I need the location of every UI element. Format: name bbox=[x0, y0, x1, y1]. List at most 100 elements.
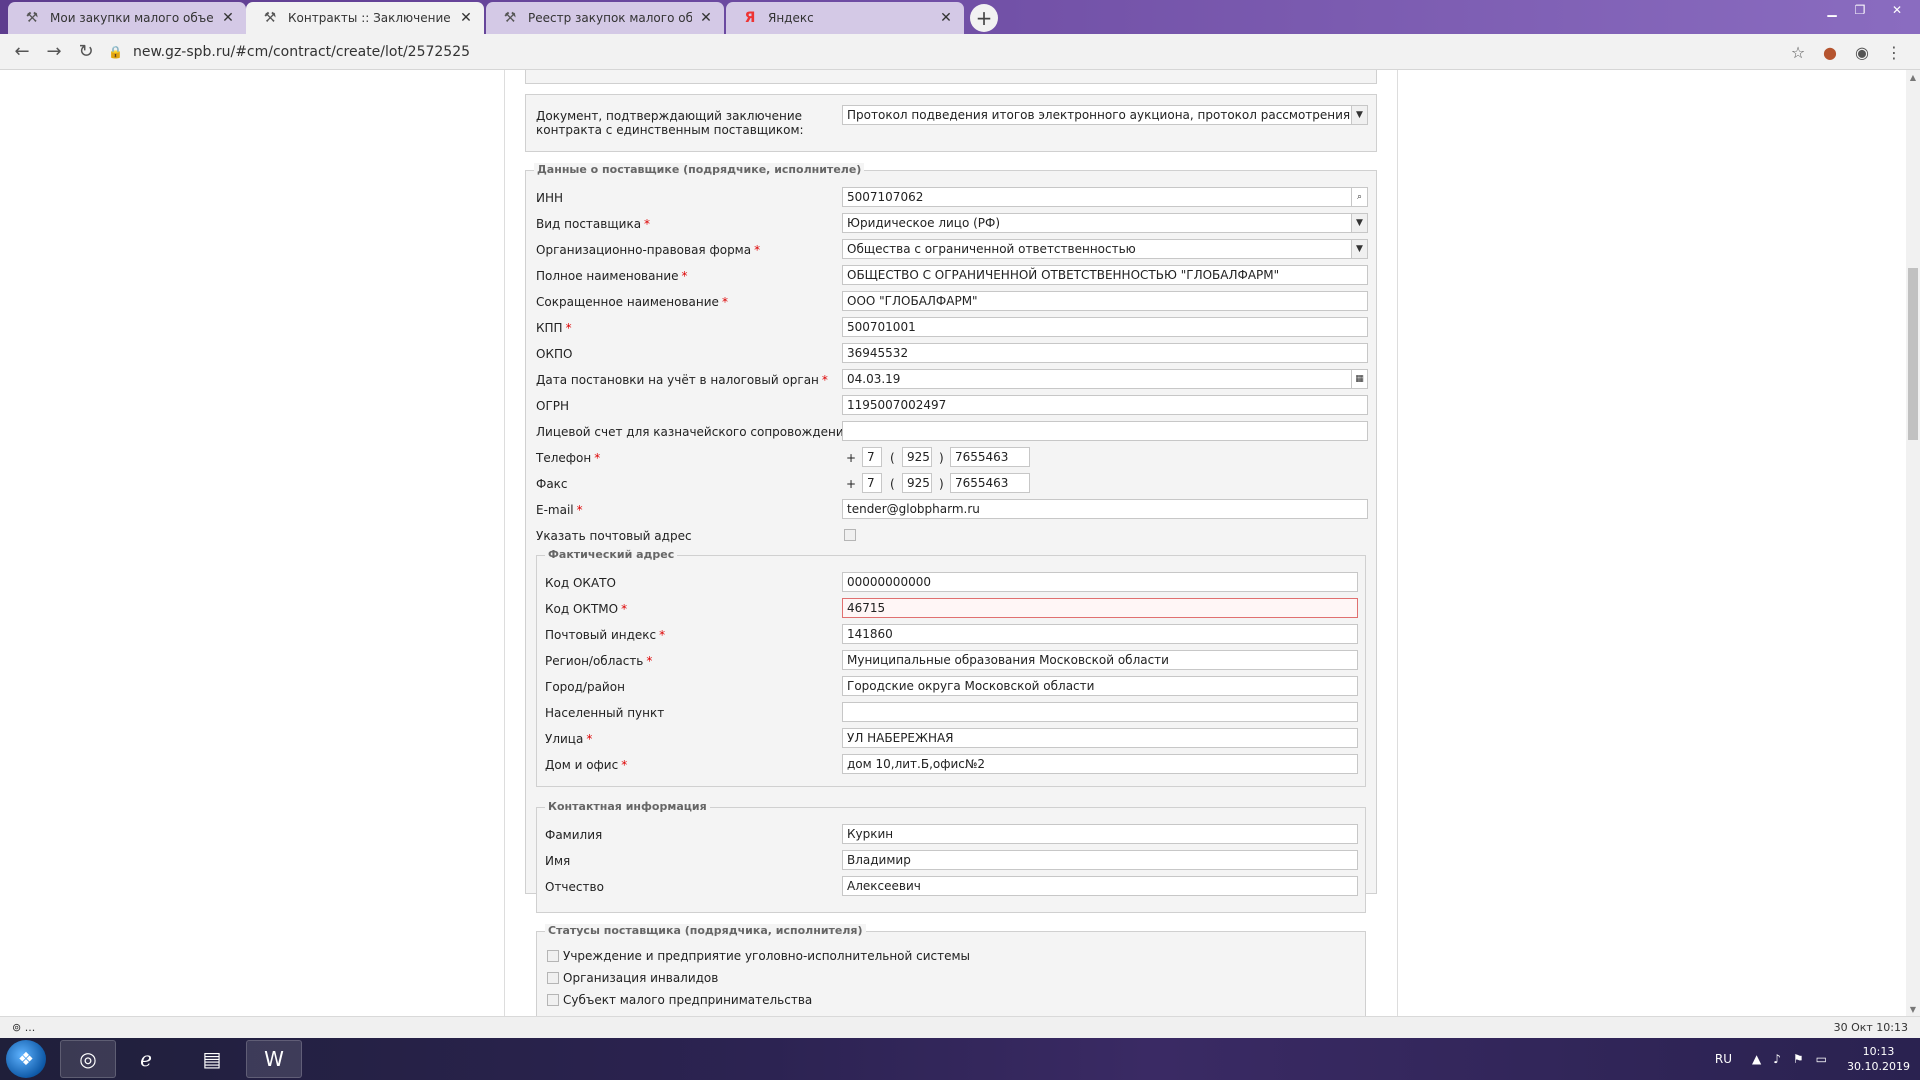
postal-address-toggle-label: Указать почтовый адрес bbox=[536, 529, 692, 543]
flag-icon[interactable]: ⚑ bbox=[1793, 1052, 1804, 1066]
oktmo-label: Код ОКТМО * bbox=[545, 602, 628, 616]
phone-area-code[interactable]: 925 bbox=[902, 447, 932, 467]
contact-legend: Контактная информация bbox=[545, 800, 710, 813]
close-icon[interactable]: ✕ bbox=[220, 10, 236, 26]
kpp-label: КПП * bbox=[536, 321, 572, 335]
oktmo-input[interactable]: 46715 bbox=[842, 598, 1358, 618]
short-name-input[interactable]: ООО "ГЛОБАЛФАРМ" bbox=[842, 291, 1368, 311]
contact-section: Контактная информация Фамилия Куркин Имя… bbox=[536, 800, 1366, 913]
tray-arrow-icon[interactable]: ▲ bbox=[1752, 1052, 1761, 1066]
reload-icon[interactable]: ↻ bbox=[70, 36, 102, 68]
new-tab-button[interactable]: + bbox=[970, 4, 998, 32]
bookmark-star-icon[interactable]: ☆ bbox=[1782, 38, 1814, 66]
tab-small-purchases[interactable]: ⚒ Мои закупки малого объема | " ✕ bbox=[8, 2, 246, 34]
hammer-icon: ⚒ bbox=[503, 10, 517, 26]
legal-form-select[interactable]: Общества с ограниченной ответственностью bbox=[842, 239, 1368, 259]
okpo-label: ОКПО bbox=[536, 347, 573, 361]
forward-icon[interactable]: → bbox=[38, 36, 70, 68]
restore-icon[interactable]: ❐ bbox=[1846, 0, 1874, 20]
okato-label: Код ОКАТО bbox=[545, 576, 616, 590]
document-select[interactable]: Протокол подведения итогов электронного … bbox=[842, 105, 1368, 125]
status-checkbox-small-business[interactable] bbox=[547, 994, 559, 1006]
volume-icon[interactable]: ♪ bbox=[1773, 1052, 1781, 1066]
close-icon[interactable]: ✕ bbox=[938, 10, 954, 26]
status-label-small-business: Субъект малого предпринимательства bbox=[563, 993, 813, 1007]
tab-contracts[interactable]: ⚒ Контракты :: Заключение догов ✕ bbox=[246, 2, 484, 34]
region-label: Регион/область * bbox=[545, 654, 653, 668]
tab-title: Мои закупки малого объема | " bbox=[50, 11, 214, 25]
chrome-icon[interactable]: ◎ bbox=[60, 1040, 116, 1078]
actual-address-legend: Фактический адрес bbox=[545, 548, 678, 561]
city-input[interactable]: Городские округа Московской области bbox=[842, 676, 1358, 696]
chevron-down-icon[interactable]: ▼ bbox=[1351, 106, 1367, 124]
network-icon[interactable]: ▭ bbox=[1816, 1052, 1827, 1066]
house-office-input[interactable]: дом 10,лит.Б,офис№2 bbox=[842, 754, 1358, 774]
patronymic-label: Отчество bbox=[545, 880, 604, 894]
street-input[interactable]: УЛ НАБЕРЕЖНАЯ bbox=[842, 728, 1358, 748]
tab-registry[interactable]: ⚒ Реестр закупок малого объема ✕ bbox=[486, 2, 724, 34]
fax-number[interactable]: 7655463 bbox=[950, 473, 1030, 493]
address-bar[interactable]: 🔒 new.gz-spb.ru/#cm/contract/create/lot/… bbox=[108, 38, 1768, 66]
account-icon[interactable]: ◉ bbox=[1846, 38, 1878, 66]
tab-yandex[interactable]: Я Яндекс ✕ bbox=[726, 2, 964, 34]
tax-registration-date-input[interactable]: 04.03.19 bbox=[842, 369, 1368, 389]
close-icon[interactable]: ✕ bbox=[458, 10, 474, 26]
supplier-type-select[interactable]: Юридическое лицо (РФ) bbox=[842, 213, 1368, 233]
minimize-icon[interactable]: ▁ bbox=[1818, 0, 1846, 20]
extension-icon[interactable]: ● bbox=[1814, 38, 1846, 66]
last-name-input[interactable]: Куркин bbox=[842, 824, 1358, 844]
inn-label: ИНН bbox=[536, 191, 564, 205]
email-field[interactable]: tender@globpharm.ru bbox=[842, 499, 1368, 519]
locality-input[interactable] bbox=[842, 702, 1358, 722]
language-indicator[interactable]: RU bbox=[1715, 1052, 1732, 1066]
fax-area-code[interactable]: 925 bbox=[902, 473, 932, 493]
chevron-down-icon[interactable]: ▼ bbox=[1351, 240, 1367, 258]
first-name-input[interactable]: Владимир bbox=[842, 850, 1358, 870]
lock-icon: 🔒 bbox=[108, 45, 123, 59]
form-container: Документ, подтверждающий заключение конт… bbox=[504, 70, 1398, 1016]
clock[interactable]: 10:13 30.10.2019 bbox=[1847, 1044, 1910, 1074]
close-icon[interactable]: ✕ bbox=[698, 10, 714, 26]
okato-input[interactable]: 00000000000 bbox=[842, 572, 1358, 592]
back-icon[interactable]: ← bbox=[6, 36, 38, 68]
previous-section bbox=[525, 70, 1377, 84]
menu-icon[interactable]: ⋮ bbox=[1878, 38, 1910, 66]
scroll-up-icon[interactable]: ▲ bbox=[1906, 70, 1920, 84]
search-icon[interactable]: ⌕ bbox=[1351, 188, 1367, 206]
calendar-icon[interactable]: ▦ bbox=[1351, 370, 1367, 388]
status-checkbox-penal[interactable] bbox=[547, 950, 559, 962]
word-icon[interactable]: W bbox=[246, 1040, 302, 1078]
fax-country-code[interactable]: 7 bbox=[862, 473, 882, 493]
supplier-legend: Данные о поставщике (подрядчике, исполни… bbox=[534, 163, 865, 176]
patronymic-input[interactable]: Алексеевич bbox=[842, 876, 1358, 896]
postal-code-input[interactable]: 141860 bbox=[842, 624, 1358, 644]
chevron-down-icon[interactable]: ▼ bbox=[1351, 214, 1367, 232]
phone-number[interactable]: 7655463 bbox=[950, 447, 1030, 467]
city-label: Город/район bbox=[545, 680, 625, 694]
windows-start-icon[interactable]: ❖ bbox=[6, 1040, 46, 1078]
treasury-account-input[interactable] bbox=[842, 421, 1368, 441]
file-explorer-icon[interactable]: ▤ bbox=[184, 1040, 240, 1078]
inn-input[interactable]: 5007107062 bbox=[842, 187, 1368, 207]
ogrn-input[interactable]: 1195007002497 bbox=[842, 395, 1368, 415]
hammer-icon: ⚒ bbox=[25, 10, 39, 26]
fax-plus: + bbox=[846, 477, 857, 491]
postal-address-checkbox[interactable] bbox=[844, 529, 856, 541]
actual-address-section: Фактический адрес Код ОКАТО 00000000000 … bbox=[536, 548, 1366, 787]
status-checkbox-disabled-org[interactable] bbox=[547, 972, 559, 984]
page-scrollbar[interactable]: ▲ ▼ bbox=[1906, 70, 1920, 1016]
scrollbar-thumb[interactable] bbox=[1908, 268, 1918, 440]
full-name-input[interactable]: ОБЩЕСТВО С ОГРАНИЧЕННОЙ ОТВЕТСТВЕННОСТЬЮ… bbox=[842, 265, 1368, 285]
phone-paren-close: ) bbox=[939, 451, 944, 465]
okpo-input[interactable]: 36945532 bbox=[842, 343, 1368, 363]
phone-country-code[interactable]: 7 bbox=[862, 447, 882, 467]
treasury-account-label: Лицевой счет для казначейского сопровожд… bbox=[536, 425, 851, 439]
legal-form-label: Организационно-правовая форма * bbox=[536, 243, 761, 257]
kpp-input[interactable]: 500701001 bbox=[842, 317, 1368, 337]
region-input[interactable]: Муниципальные образования Московской обл… bbox=[842, 650, 1358, 670]
internet-explorer-icon[interactable]: ℯ bbox=[118, 1040, 174, 1078]
locality-label: Населенный пункт bbox=[545, 706, 665, 720]
scroll-down-icon[interactable]: ▼ bbox=[1906, 1002, 1920, 1016]
status-right-text: 30 Окт 10:13 bbox=[1833, 1021, 1908, 1034]
window-close-icon[interactable]: ✕ bbox=[1874, 0, 1920, 20]
